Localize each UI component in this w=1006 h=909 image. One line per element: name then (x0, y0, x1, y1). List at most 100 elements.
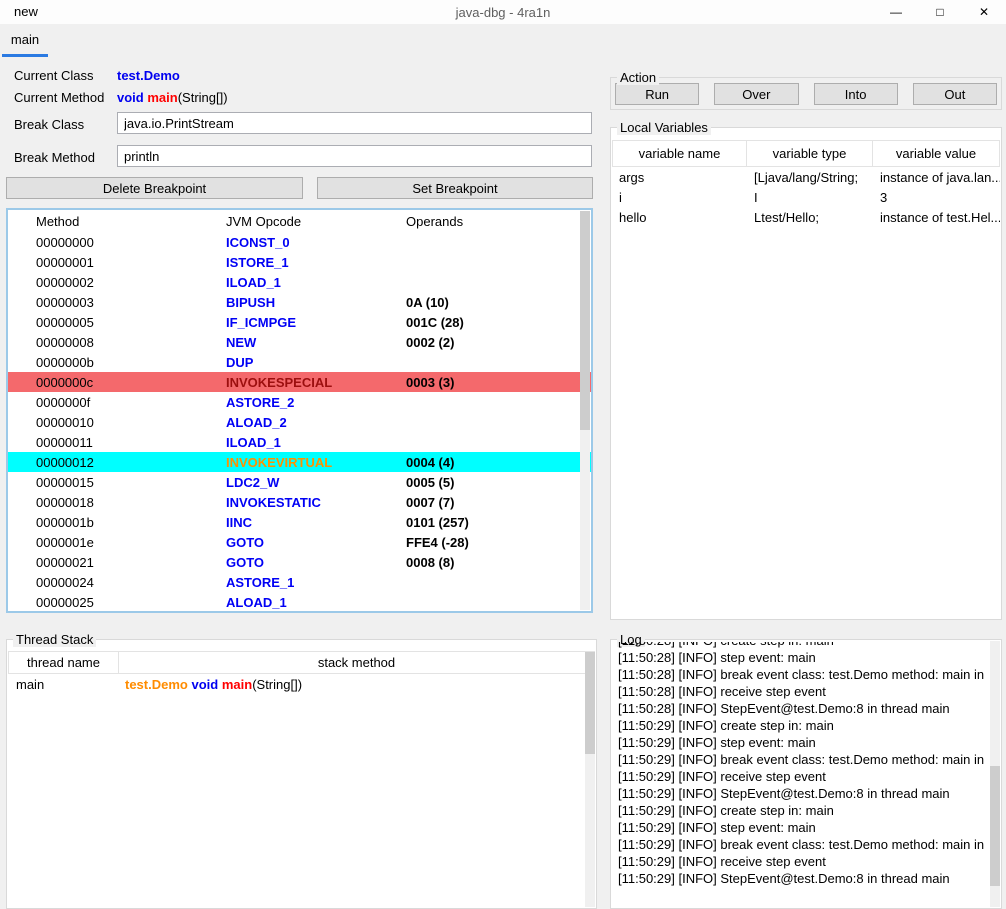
column-header-variable-value: variable value (873, 140, 1000, 167)
thread-stack-row[interactable]: main test.Demo void main(String[]) (8, 674, 595, 694)
log-line: [11:50:29] [INFO] receive step event (618, 854, 826, 869)
local-variable-row[interactable]: args [Ljava/lang/String; instance of java.… (612, 167, 1000, 187)
log-lines: [11:50:28] [INFO] create step in: main[1… (618, 642, 985, 887)
local-variable-row[interactable]: iI3 (612, 187, 1000, 207)
stack-return-type: void (191, 676, 219, 692)
bytecode-row[interactable]: 00000012 INVOKEVIRTUAL 0004 (4) (8, 452, 591, 472)
break-class-label: Break Class (14, 117, 85, 132)
local-variable-row[interactable]: hello Ltest/Hello; instance of test.Hel... (612, 207, 1000, 227)
over-button[interactable]: Over (714, 83, 799, 105)
bytecode-row[interactable]: 00000005 IF_ICMPGE 001C (28) (8, 312, 591, 332)
minimize-icon: — (890, 5, 902, 19)
thread-stack-group: Thread Stack thread name stack method ma… (6, 632, 597, 909)
bytecode-row[interactable]: 0000000c INVOKESPECIAL 0003 (3) (8, 372, 591, 392)
log-line: [11:50:29] [INFO] step event: main (618, 820, 816, 835)
bytecode-row[interactable]: 00000011 ILOAD_1 (8, 432, 591, 452)
bytecode-row[interactable]: 00000001 ISTORE_1 (8, 252, 591, 272)
log-line: [11:50:29] [INFO] receive step event (618, 769, 826, 784)
bytecode-row[interactable]: 00000002 ILOAD_1 (8, 272, 591, 292)
log-line: [11:50:29] [INFO] step event: main (618, 735, 816, 750)
column-header-jvm-opcode: JVM Opcode (226, 213, 302, 229)
run-button[interactable]: Run (615, 83, 700, 105)
stack-class: test.Demo (125, 676, 188, 692)
window-controls: — □ ✕ (874, 0, 1006, 24)
title-bar: new java-dbg - 4ra1n — □ ✕ (0, 0, 1006, 24)
bytecode-row[interactable]: 0000001e GOTO FFE4 (-28) (8, 532, 591, 552)
local-variables-table: variable name variable type variable val… (612, 140, 1000, 227)
close-icon: ✕ (978, 5, 990, 19)
method-signature: (String[]) (177, 90, 228, 105)
log-line: [11:50:29] [INFO] create step in: main (618, 718, 834, 733)
current-class-value: test.Demo (117, 68, 180, 83)
maximize-icon: □ (936, 5, 944, 19)
local-variables-title: Local Variables (617, 120, 711, 135)
method-return-type: void (117, 90, 144, 105)
log-group: Log [11:50:28] [INFO] create step in: ma… (610, 632, 1002, 909)
column-header-operands: Operands (406, 213, 464, 229)
bytecode-row[interactable]: 00000025 ALOAD_1 (8, 592, 591, 611)
break-method-label: Break Method (14, 150, 95, 165)
log-view[interactable]: [11:50:28] [INFO] create step in: main[1… (618, 642, 985, 908)
thread-stack-scrollbar-thumb[interactable] (585, 652, 595, 754)
log-line: [11:50:28] [INFO] StepEvent@test.Demo:8 … (618, 701, 950, 716)
column-header-stack-method: stack method (119, 651, 595, 674)
bytecode-table: Method JVM Opcode Operands 00000000 ICONS… (6, 208, 593, 613)
break-method-input[interactable] (117, 145, 592, 167)
bytecode-table-header: Method JVM Opcode Operands (8, 210, 591, 232)
bytecode-row[interactable]: 00000010 ALOAD_2 (8, 412, 591, 432)
set-breakpoint-button[interactable]: Set Breakpoint (317, 177, 593, 199)
app-window: new java-dbg - 4ra1n — □ ✕ main Current … (0, 0, 1006, 909)
bytecode-row[interactable]: 00000024 ASTORE_1 (8, 572, 591, 592)
log-line: [11:50:28] [INFO] receive step event (618, 684, 826, 699)
current-method-value: void main(String[]) (117, 90, 228, 105)
log-line: [11:50:28] [INFO] break event class: tes… (618, 667, 985, 682)
stack-method-name: main (221, 676, 253, 692)
log-line: [11:50:29] [INFO] create step in: main (618, 803, 834, 818)
bytecode-scrollbar[interactable] (580, 211, 590, 610)
tab-main-label: main (10, 31, 40, 47)
column-header-variable-name: variable name (612, 140, 747, 167)
bytecode-row[interactable]: 00000018 INVOKESTATIC 0007 (7) (8, 492, 591, 512)
bytecode-row[interactable]: 00000008 NEW 0002 (2) (8, 332, 591, 352)
thread-stack-header: thread name stack method (8, 651, 595, 674)
column-header-thread-name: thread name (8, 651, 119, 674)
maximize-button[interactable]: □ (918, 0, 962, 24)
menu-new[interactable]: new (0, 0, 52, 24)
action-title: Action (617, 70, 660, 85)
bytecode-rows: 00000000 ICONST_0 00000001 ISTORE_1 00000002… (8, 232, 591, 611)
bytecode-row[interactable]: 0000001b IINC 0101 (257) (8, 512, 591, 532)
log-line: [11:50:29] [INFO] break event class: tes… (618, 752, 985, 767)
thread-name: main (16, 676, 45, 692)
thread-stack-table: thread name stack method main test.Demo … (8, 651, 595, 694)
bytecode-row[interactable]: 0000000f ASTORE_2 (8, 392, 591, 412)
bytecode-row[interactable]: 00000000 ICONST_0 (8, 232, 591, 252)
window-title: java-dbg - 4ra1n (455, 4, 551, 20)
thread-stack-title: Thread Stack (13, 632, 97, 647)
thread-stack-scrollbar[interactable] (585, 652, 595, 907)
bytecode-row[interactable]: 0000000b DUP (8, 352, 591, 372)
log-line: [11:50:29] [INFO] StepEvent@test.Demo:8 … (618, 786, 950, 801)
bytecode-row[interactable]: 00000003 BIPUSH 0A (10) (8, 292, 591, 312)
action-buttons: Run Over Into Out (611, 78, 1001, 105)
log-line: [11:50:28] [INFO] step event: main (618, 650, 816, 665)
delete-breakpoint-button[interactable]: Delete Breakpoint (6, 177, 303, 199)
log-line: [11:50:29] [INFO] break event class: tes… (618, 837, 985, 852)
local-variables-header: variable name variable type variable val… (612, 140, 1000, 167)
bytecode-scrollbar-thumb[interactable] (580, 211, 590, 431)
break-class-input[interactable] (117, 112, 592, 134)
minimize-button[interactable]: — (874, 0, 918, 24)
bytecode-row[interactable]: 00000021 GOTO 0008 (8) (8, 552, 591, 572)
action-group: Action Run Over Into Out (610, 70, 1002, 110)
into-button[interactable]: Into (813, 83, 898, 105)
close-button[interactable]: ✕ (962, 0, 1006, 24)
current-class-label: Current Class (14, 68, 94, 83)
bytecode-row[interactable]: 00000015 LDC2_W 0005 (5) (8, 472, 591, 492)
tab-main[interactable]: main (2, 24, 48, 57)
column-header-method: Method (36, 213, 80, 229)
tab-bar: main (0, 24, 1006, 57)
log-scrollbar[interactable] (990, 641, 1000, 907)
log-scrollbar-thumb[interactable] (990, 766, 1000, 886)
stack-method: test.Demo void main(String[]) (119, 677, 595, 692)
out-button[interactable]: Out (912, 83, 997, 105)
method-name: main (147, 90, 178, 105)
